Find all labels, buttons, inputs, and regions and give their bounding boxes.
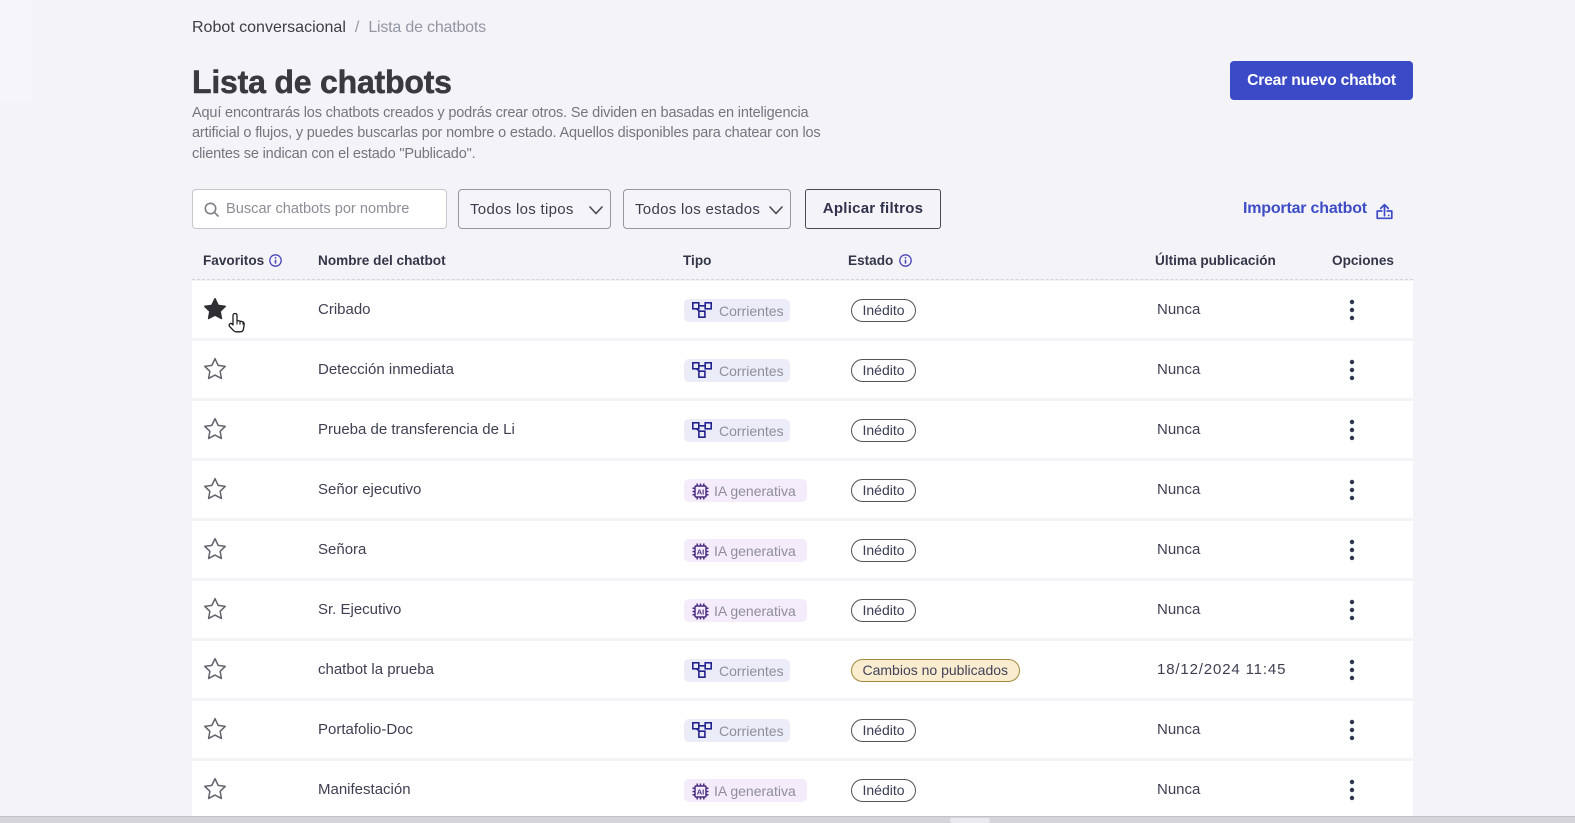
svg-text:AI: AI <box>697 607 705 616</box>
svg-text:AI: AI <box>697 547 705 556</box>
svg-text:AI: AI <box>697 787 705 796</box>
svg-text:AI: AI <box>697 487 705 496</box>
